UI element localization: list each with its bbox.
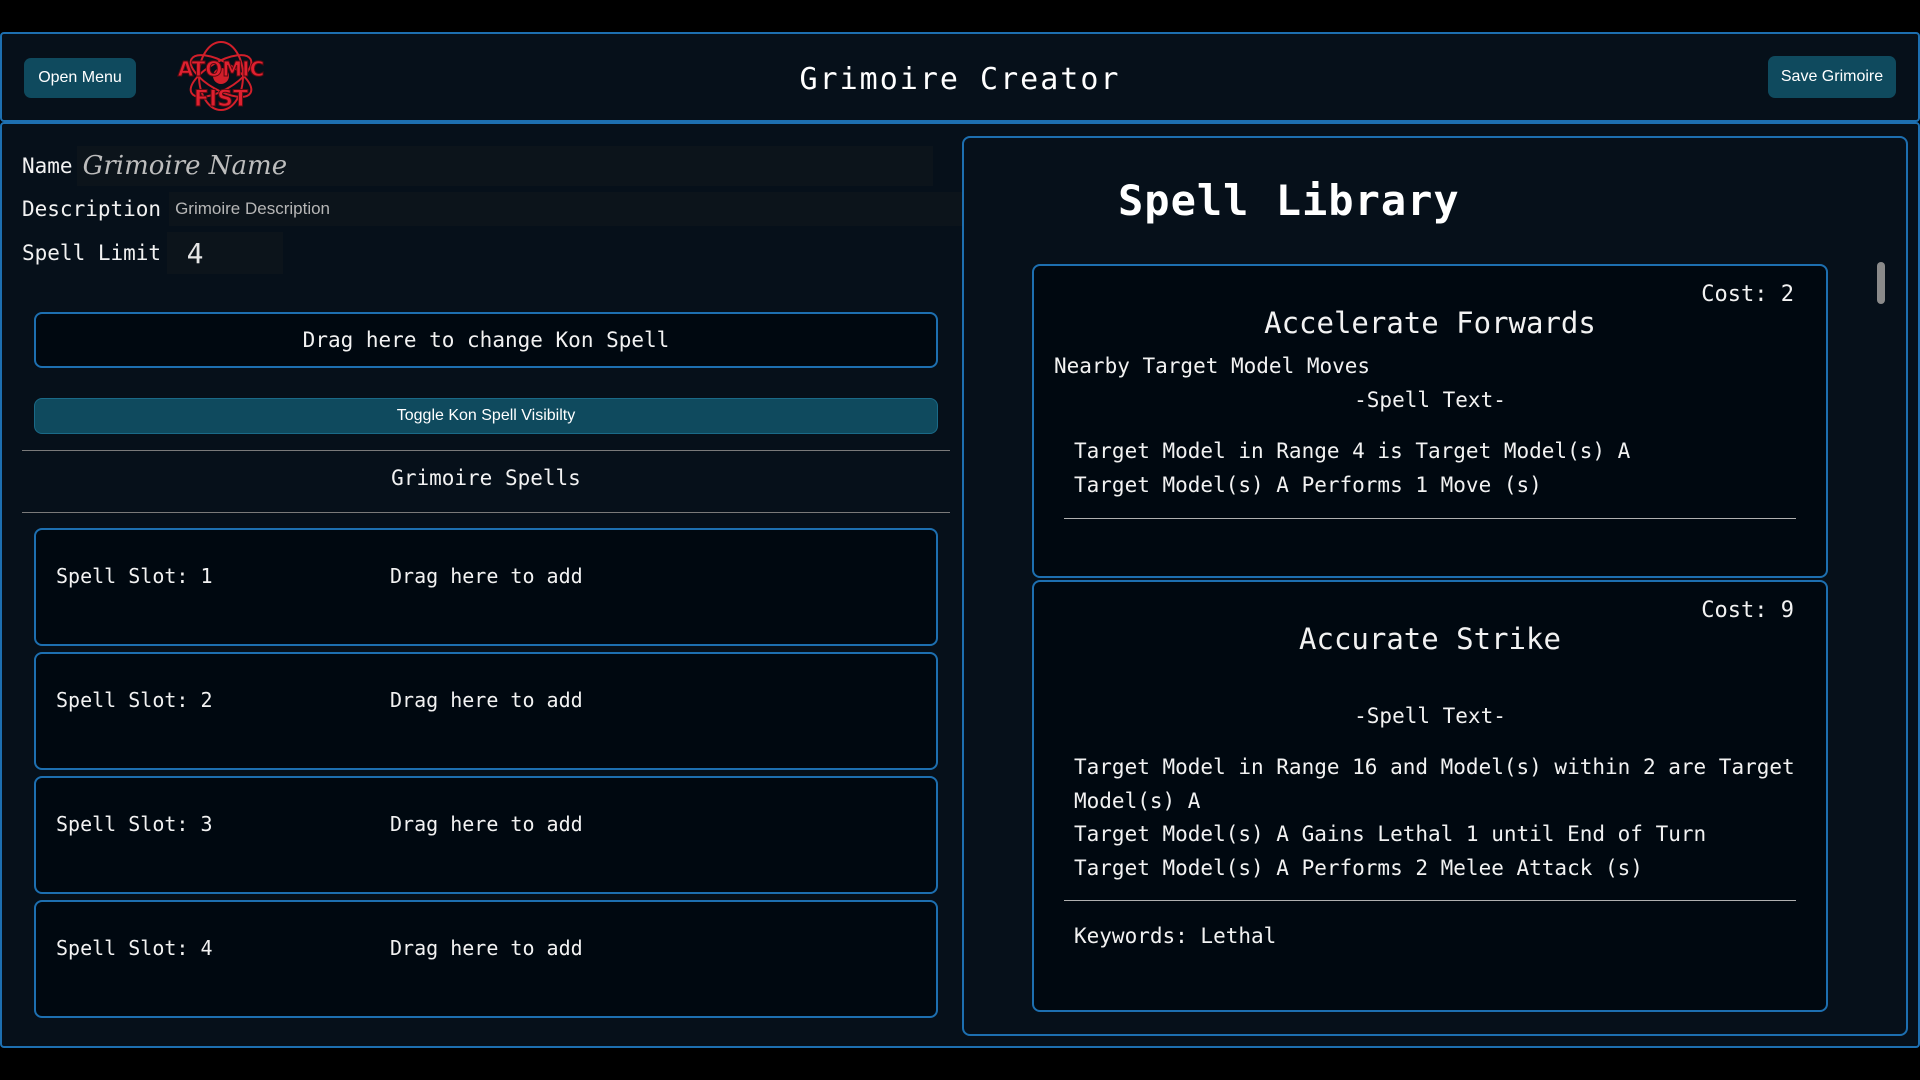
toggle-kon-spell-button[interactable]: Toggle Kon Spell Visibilty <box>34 398 938 434</box>
spell-slot-2[interactable]: Spell Slot: 2 Drag here to add <box>34 652 938 770</box>
save-grimoire-button[interactable]: Save Grimoire <box>1768 56 1896 98</box>
spell-name: Accurate Strike <box>1299 622 1561 656</box>
app-root: Open Menu ATOMIC FIST Grimoire Creator S… <box>0 0 1920 1080</box>
spell-text-line: Target Model(s) A Gains Lethal 1 until E… <box>1074 822 1707 846</box>
spell-library-panel: Spell Library Cost: 2 Accelerate Forward… <box>962 136 1908 1036</box>
spell-card[interactable]: Cost: 9 Accurate Strike -Spell Text- Tar… <box>1032 580 1828 1012</box>
description-label: Description <box>22 197 162 221</box>
card-divider <box>1064 518 1796 519</box>
name-input[interactable]: Grimoire Name <box>76 146 933 186</box>
spell-text-line: Target Model(s) A Performs 2 Melee Attac… <box>1074 856 1643 880</box>
name-label: Name <box>22 154 73 178</box>
description-row: Description Grimoire Description <box>22 192 968 226</box>
spell-text-line: Target Model(s) A Performs 1 Move (s) <box>1074 473 1542 497</box>
spell-slot-hint: Drag here to add <box>390 936 583 960</box>
spell-subtitle: Nearby Target Model Moves <box>1054 354 1371 378</box>
spell-text-heading: -Spell Text- <box>1354 704 1506 728</box>
library-scrollbar[interactable] <box>1876 262 1886 1012</box>
card-divider <box>1064 900 1796 901</box>
spell-keywords: Keywords: Lethal <box>1074 924 1277 948</box>
spell-limit-input[interactable]: 4 <box>167 232 284 274</box>
spell-slot-3[interactable]: Spell Slot: 3 Drag here to add <box>34 776 938 894</box>
name-row: Name Grimoire Name <box>22 146 933 186</box>
divider <box>22 450 950 451</box>
spell-slot-hint: Drag here to add <box>390 564 583 588</box>
grimoire-spells-title: Grimoire Spells <box>391 466 581 490</box>
spell-slot-1[interactable]: Spell Slot: 1 Drag here to add <box>34 528 938 646</box>
spell-slot-4[interactable]: Spell Slot: 4 Drag here to add <box>34 900 938 1018</box>
spell-slot-label: Spell Slot: 3 <box>56 812 213 836</box>
spell-slot-label: Spell Slot: 1 <box>56 564 213 588</box>
app-title: Grimoire Creator <box>799 62 1121 97</box>
spell-slot-hint: Drag here to add <box>390 688 583 712</box>
spell-limit-row: Spell Limit 4 <box>22 232 284 274</box>
description-input[interactable]: Grimoire Description <box>169 192 968 226</box>
spell-text-heading: -Spell Text- <box>1354 388 1506 412</box>
kon-spell-dropzone[interactable]: Drag here to change Kon Spell <box>34 312 938 368</box>
spell-name: Accelerate Forwards <box>1264 306 1596 340</box>
spell-card[interactable]: Cost: 2 Accelerate Forwards Nearby Targe… <box>1032 264 1828 578</box>
spell-library-title: Spell Library <box>1118 176 1460 225</box>
scrollbar-thumb[interactable] <box>1877 262 1885 304</box>
spell-slot-label: Spell Slot: 4 <box>56 936 213 960</box>
spell-text-line: Target Model in Range 16 and Model(s) wi… <box>1074 755 1795 813</box>
spell-cost: Cost: 9 <box>1701 598 1794 623</box>
spell-slot-label: Spell Slot: 2 <box>56 688 213 712</box>
spell-limit-label: Spell Limit <box>22 241 162 265</box>
spell-text-line: Target Model in Range 4 is Target Model(… <box>1074 439 1631 463</box>
spell-cost: Cost: 2 <box>1701 282 1794 307</box>
top-bar: Open Menu ATOMIC FIST Grimoire Creator S… <box>0 32 1920 122</box>
spell-slot-hint: Drag here to add <box>390 812 583 836</box>
divider <box>22 512 950 513</box>
main-panel: Name Grimoire Name Description Grimoire … <box>0 122 1920 1048</box>
